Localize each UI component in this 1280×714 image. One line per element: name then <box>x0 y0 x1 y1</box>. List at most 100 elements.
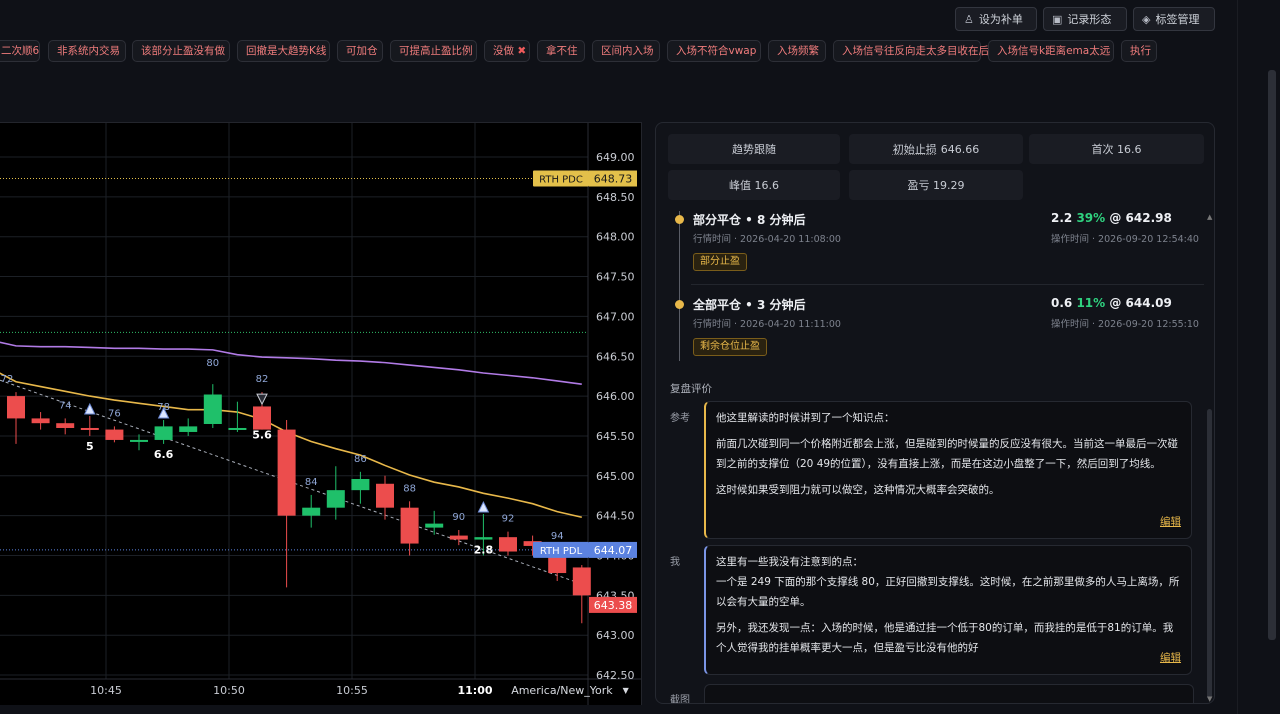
bar-number-label: 76 <box>108 408 121 419</box>
candle-body[interactable] <box>572 567 591 596</box>
candle-body[interactable] <box>105 429 124 440</box>
candle-body[interactable] <box>449 535 468 540</box>
init-stop-label: 初始止损 <box>892 143 937 156</box>
price-badge-text: 643.38 <box>594 599 633 612</box>
page-scrollbar[interactable] <box>1268 70 1276 640</box>
bar-number-label: 80 <box>206 358 219 369</box>
event-badge[interactable]: 部分止盈 <box>693 253 747 271</box>
stat-first-text: 首次 16.6 <box>1091 143 1142 156</box>
price-badge-text: 644.07 <box>594 544 633 557</box>
entry-marker-up[interactable] <box>83 402 96 415</box>
candle-body[interactable] <box>179 426 198 432</box>
candle-body[interactable] <box>80 427 99 430</box>
candle-body[interactable] <box>499 537 517 552</box>
scroll-up-icon[interactable]: ▲ <box>1207 213 1212 221</box>
my-paragraph: 另外，我还发现一点：入场的时候，他是通过挂一个低于80的订单，而我挂的是低于81… <box>716 622 1174 654</box>
candle-body[interactable] <box>31 418 50 424</box>
stat-pnl: 盈亏 19.29 <box>849 170 1023 200</box>
bar-number-label: 86 <box>354 454 367 465</box>
set-order-button[interactable]: ♙ 设为补单 <box>955 7 1037 31</box>
candle-body[interactable] <box>302 507 321 516</box>
tag-chip[interactable]: 该部分止盈没有做 <box>132 40 230 62</box>
tag-chip[interactable]: 区间内入场 <box>592 40 660 62</box>
candle-body[interactable] <box>154 426 173 440</box>
record-pattern-button[interactable]: ▣ 记录形态 <box>1043 7 1127 31</box>
tag-icon: ◈ <box>1142 12 1151 26</box>
tag-chip[interactable]: 非系统内交易 <box>48 40 126 62</box>
tag-chip[interactable]: 拿不住 <box>537 40 585 62</box>
entry-size-label: 5 <box>86 440 94 453</box>
time-tick-label: 10:50 <box>213 684 245 697</box>
tag-chip[interactable]: 入场频繁 <box>768 40 826 62</box>
event-price: @ 644.09 <box>1109 296 1172 310</box>
candle-body[interactable] <box>277 429 296 516</box>
candle-body[interactable] <box>228 427 247 430</box>
entry-marker-up[interactable] <box>477 500 490 513</box>
tag-manage-button[interactable]: ◈ 标签管理 <box>1133 7 1215 31</box>
timeline-scroll[interactable]: 部分平仓 • 8 分钟后 行情时间 · 2026-04-20 11:08:00 … <box>656 211 1214 703</box>
tag-chip[interactable]: 没做 ✖ <box>484 40 530 62</box>
my-paragraph: 这里有一些我没有注意到的点： <box>716 556 863 568</box>
tag-chip[interactable]: 入场信号往反向走太多目收在后 <box>833 40 989 62</box>
event-qty: 0.6 <box>1051 296 1073 310</box>
screenshot-box[interactable] <box>704 684 1194 703</box>
scroll-down-icon[interactable]: ▼ <box>1207 695 1212 703</box>
price-tick-label: 648.50 <box>596 191 635 204</box>
stat-pnl-text: 盈亏 19.29 <box>907 179 965 192</box>
tag-chip[interactable]: 回撤是大趋势K线 <box>237 40 330 62</box>
candle-body[interactable] <box>253 406 271 430</box>
my-comment-card: 这里有一些我没有注意到的点： 一个是 249 下面的那个支撑线 80，正好回撤到… <box>704 545 1192 675</box>
candle-body[interactable] <box>130 439 148 442</box>
event-market-time: 行情时间 · 2026-04-20 11:11:00 <box>693 319 841 330</box>
timezone-label: America/New_York <box>511 683 613 697</box>
event-price: @ 642.98 <box>1109 211 1172 225</box>
event-fill: 2.2 39% @ 642.98 <box>1051 211 1172 225</box>
price-tick-label: 645.00 <box>596 470 635 483</box>
event-title: 全部平仓 • 3 分钟后 <box>693 298 806 312</box>
stat-init-stop[interactable]: 初始止损 646.66 <box>849 134 1023 164</box>
candle-body[interactable] <box>400 507 419 544</box>
candle-body[interactable] <box>203 394 222 424</box>
timeline-dot <box>675 300 684 309</box>
user-icon: ♙ <box>964 12 974 26</box>
price-badge-text: 648.73 <box>594 173 633 186</box>
tag-chip[interactable]: 入场不符合vwap <box>667 40 761 62</box>
stat-peak-text: 峰值 16.6 <box>729 179 779 192</box>
candle-body[interactable] <box>7 396 25 419</box>
candle-body[interactable] <box>425 523 444 528</box>
bar-number-label: 90 <box>452 512 465 523</box>
stat-first: 首次 16.6 <box>1029 134 1204 164</box>
price-chart[interactable]: 649.00 648.50 648.00 647.50 647.00 646.50 646.… <box>0 122 642 705</box>
tag-chip[interactable]: 二次顺6 <box>0 40 40 62</box>
tag-chip[interactable]: 执行 <box>1121 40 1157 62</box>
bar-number-label: 92 <box>502 514 515 525</box>
edit-my-link[interactable]: 编辑 <box>1160 648 1181 668</box>
tag-chip[interactable]: 入场信号k距离ema太远 <box>988 40 1114 62</box>
entry-marker-down[interactable] <box>256 393 268 406</box>
event-badge[interactable]: 剩余仓位止盈 <box>693 338 767 356</box>
tag-chip[interactable]: 可加仓 <box>337 40 383 62</box>
timezone-selector[interactable]: America/New_York ▼ <box>503 677 637 703</box>
review-heading: 复盘评价 <box>670 383 712 395</box>
tag-row: 二次顺6 非系统内交易 该部分止盈没有做 回撤是大趋势K线 可加仓 可提高止盈比例 没做 ✖… <box>0 40 1200 62</box>
tag-chip[interactable]: 可提高止盈比例 <box>390 40 477 62</box>
price-tick-label: 644.50 <box>596 510 635 523</box>
candle-body[interactable] <box>376 483 394 508</box>
candle-body[interactable] <box>351 478 370 491</box>
time-tick-label: 11:00 <box>457 684 492 697</box>
candle-body[interactable] <box>56 423 75 428</box>
ref-paragraph: 前面几次碰到同一个价格附近都会上涨，但是碰到的时候量的反应没有很大。当前这一单最… <box>716 438 1178 470</box>
chart-canvas[interactable]: 649.00 648.50 648.00 647.50 647.00 646.50 646.… <box>0 123 641 705</box>
candle-body[interactable] <box>474 537 493 540</box>
edit-ref-link[interactable]: 编辑 <box>1160 512 1181 532</box>
bar-number-label: 74 <box>59 400 72 411</box>
price-tick-label: 648.00 <box>596 231 635 244</box>
price-tick-label: 645.50 <box>596 430 635 443</box>
divider <box>691 284 1204 285</box>
candle-body[interactable] <box>326 490 345 508</box>
price-tick-label: 649.00 <box>596 151 635 164</box>
panel-scrollbar[interactable] <box>1207 409 1212 699</box>
entry-size-label: 6.6 <box>154 448 174 461</box>
price-tick-label: 646.50 <box>596 350 635 363</box>
record-pattern-label: 记录形态 <box>1067 13 1112 26</box>
